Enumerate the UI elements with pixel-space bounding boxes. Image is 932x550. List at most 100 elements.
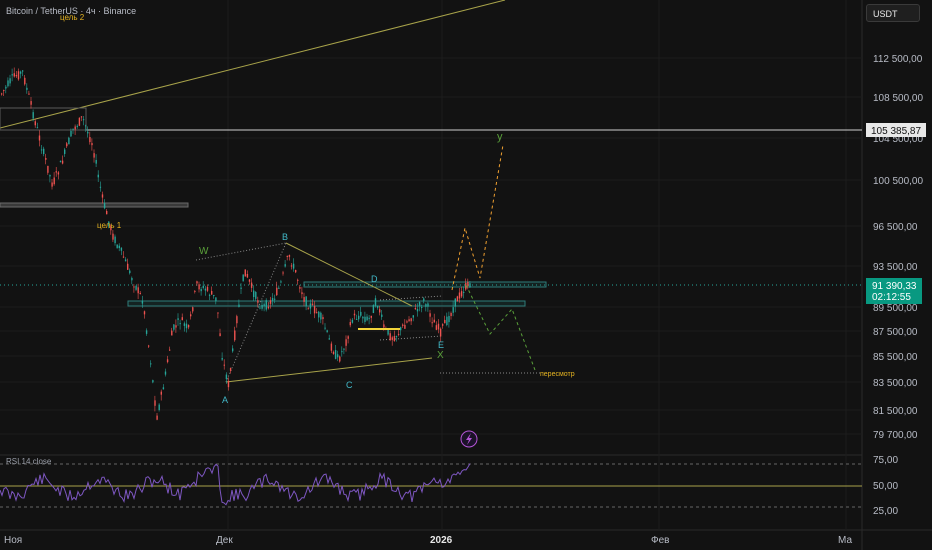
candle — [154, 400, 156, 406]
price-chart[interactable]: W B A C D E X y цель 1 цель 2 пересмотр … — [0, 0, 932, 550]
candle — [103, 203, 106, 209]
candle — [45, 158, 47, 160]
candle — [211, 291, 213, 295]
candle — [183, 323, 186, 326]
candle — [200, 288, 202, 292]
candle — [141, 300, 144, 304]
candle — [114, 236, 116, 244]
wave-label-b: B — [282, 232, 288, 242]
candle — [324, 327, 326, 329]
price-tick: 83 500,00 — [873, 378, 918, 389]
candle — [17, 71, 20, 80]
candle — [106, 211, 108, 215]
price-tick: 100 500,00 — [873, 176, 923, 187]
candle — [53, 177, 55, 185]
candle — [47, 165, 49, 173]
candle — [129, 270, 131, 274]
candle — [341, 351, 343, 353]
candle — [442, 324, 444, 326]
candle — [150, 363, 152, 365]
candle — [406, 321, 408, 323]
candle — [267, 306, 270, 309]
candle — [137, 287, 139, 294]
candle — [297, 279, 299, 281]
candle — [64, 149, 66, 154]
candle — [376, 305, 379, 308]
candle — [370, 315, 372, 318]
candle — [196, 281, 198, 284]
candle — [95, 160, 97, 164]
candle — [318, 311, 320, 318]
candle — [61, 160, 64, 164]
candle — [7, 80, 9, 87]
candle — [402, 324, 404, 326]
candle — [3, 90, 5, 92]
candle — [337, 354, 339, 358]
support-zone-left — [0, 202, 189, 208]
candle — [469, 283, 471, 288]
candle — [358, 315, 360, 320]
candle — [316, 312, 318, 314]
candle — [292, 263, 295, 269]
candle — [364, 316, 366, 322]
candle — [24, 77, 26, 85]
candle — [99, 186, 102, 188]
candle — [282, 272, 284, 274]
candle — [74, 126, 76, 130]
candle — [112, 233, 114, 240]
candle — [450, 312, 452, 317]
candle — [444, 319, 446, 324]
candle — [280, 281, 282, 283]
candle — [30, 101, 32, 105]
candle — [454, 298, 456, 307]
wave-label-c: C — [346, 380, 353, 390]
candle — [179, 323, 181, 325]
candle — [309, 303, 312, 309]
candle — [13, 73, 15, 77]
candle — [219, 333, 221, 337]
candle — [120, 247, 123, 251]
candle — [339, 356, 341, 362]
candle — [213, 294, 215, 297]
time-tick: 2026 — [430, 535, 453, 546]
candle — [322, 317, 324, 320]
zone-middle — [127, 300, 526, 307]
candle — [156, 415, 158, 420]
candle — [330, 343, 333, 351]
currency-selector[interactable]: USDT — [866, 4, 920, 22]
candle — [414, 308, 417, 310]
candle — [435, 325, 438, 330]
candle — [32, 112, 34, 119]
candle — [133, 286, 135, 288]
candle — [185, 323, 188, 329]
candle — [80, 116, 83, 118]
time-tick: Ноя — [4, 535, 22, 546]
candle — [248, 279, 251, 282]
candle — [70, 130, 72, 137]
candle — [395, 335, 398, 337]
candle — [40, 149, 43, 151]
candle — [259, 307, 261, 309]
candle — [313, 306, 316, 314]
candle — [236, 316, 238, 324]
candle — [412, 315, 414, 318]
price-tick: 93 500,00 — [873, 262, 918, 273]
candle — [82, 119, 85, 121]
candle — [160, 391, 162, 395]
candle — [57, 172, 60, 175]
candle — [423, 298, 425, 301]
candle — [360, 311, 362, 316]
candle — [265, 300, 267, 310]
candle — [326, 330, 328, 332]
candle — [240, 287, 242, 289]
candle — [76, 125, 78, 127]
candle — [334, 350, 337, 359]
candle — [204, 288, 207, 291]
candle — [379, 309, 381, 313]
candle — [11, 74, 13, 76]
candle — [244, 269, 246, 277]
candle — [397, 333, 400, 335]
candle — [190, 314, 192, 317]
annotation-target-1: цель 1 — [97, 221, 122, 230]
candle — [169, 349, 171, 351]
